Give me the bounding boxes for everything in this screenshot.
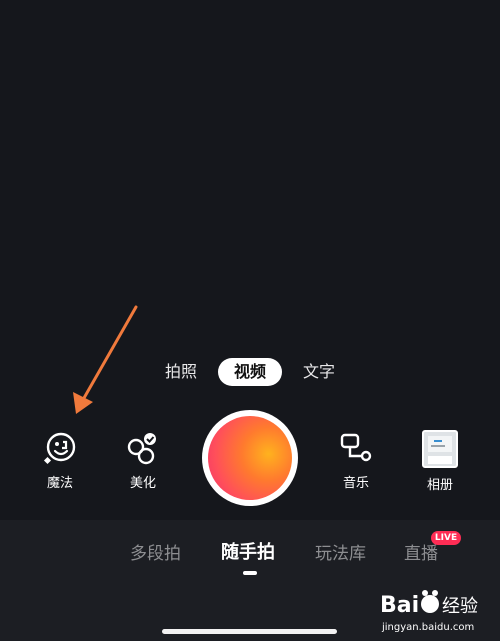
svg-text:Bai: Bai (380, 593, 419, 618)
shutter-core (208, 416, 292, 500)
live-badge: LIVE (431, 531, 461, 545)
album-button[interactable]: 相册 (410, 430, 470, 493)
music-icon (340, 433, 372, 462)
capture-mode-switch: 拍照 视频 文字 (0, 358, 500, 386)
tab-multi-segment[interactable]: 多段拍 (130, 539, 181, 564)
tab-gameplay-library[interactable]: 玩法库 (315, 539, 366, 564)
magic-label: 魔法 (46, 476, 73, 491)
beauty-icon (127, 433, 156, 465)
svg-text:经验: 经验 (442, 596, 478, 617)
mode-photo[interactable]: 拍照 (158, 358, 204, 386)
music-label: 音乐 (342, 476, 369, 491)
music-button[interactable]: 音乐 (326, 432, 386, 491)
album-label: 相册 (426, 478, 453, 493)
magic-button[interactable]: 魔法 (30, 432, 90, 491)
magic-face-icon (43, 432, 76, 465)
baidu-logo-icon: Bai 经验 (380, 590, 478, 618)
mode-video[interactable]: 视频 (218, 358, 282, 386)
record-shutter-button[interactable] (202, 410, 298, 506)
watermark-url: jingyan.baidu.com (382, 622, 475, 633)
mode-text[interactable]: 文字 (296, 358, 342, 386)
album-thumbnail (422, 430, 458, 468)
tab-quick-shoot[interactable]: 随手拍 (221, 538, 275, 564)
active-tab-indicator (243, 571, 257, 575)
home-indicator[interactable] (162, 629, 337, 634)
beauty-button[interactable]: 美化 (113, 432, 173, 491)
beauty-label: 美化 (129, 476, 156, 491)
baidu-jingyan-watermark: Bai 经验 jingyan.baidu.com (378, 584, 496, 636)
